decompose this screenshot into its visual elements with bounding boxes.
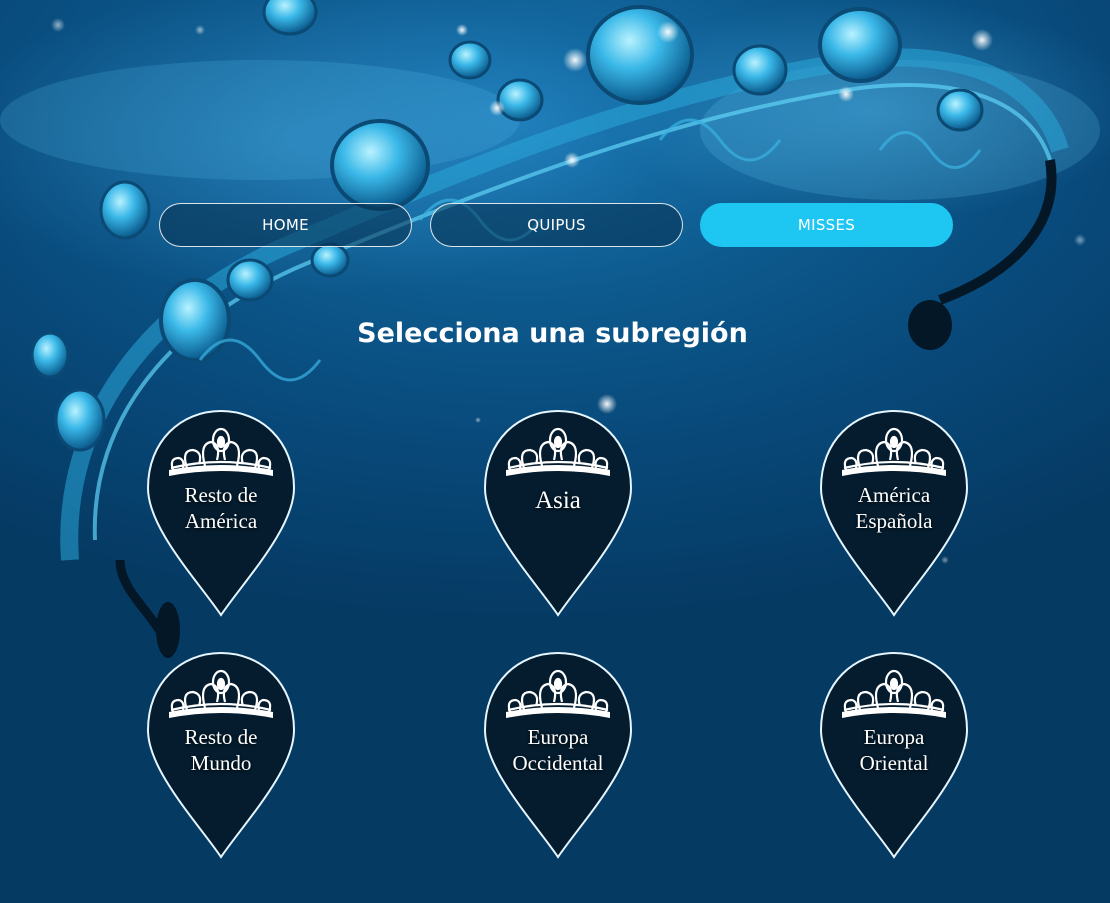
region-pin-resto-de-america[interactable]: Resto de América	[146, 409, 296, 618]
region-label-line1: América	[857, 483, 931, 507]
region-label: América Española	[828, 482, 960, 534]
tiara-icon	[169, 669, 273, 718]
region-label: Asia	[492, 488, 624, 514]
region-label-line2: América	[184, 509, 258, 533]
region-label-line1: Resto de	[184, 483, 258, 507]
main-nav: HOME QUIPUS MISSES	[159, 203, 955, 249]
region-label-line1: Europa	[527, 725, 589, 749]
region-label: Resto de América	[155, 482, 287, 534]
region-pin-europa-oriental[interactable]: Europa Oriental	[819, 651, 969, 860]
page-heading: Selecciona una subregión	[357, 318, 748, 349]
region-label-line1: Asia	[535, 487, 581, 514]
tiara-icon	[842, 669, 946, 718]
nav-quipus-button[interactable]: QUIPUS	[430, 203, 683, 247]
region-label-line1: Resto de	[184, 725, 258, 749]
tiara-icon	[842, 427, 946, 476]
nav-misses-button[interactable]: MISSES	[700, 203, 953, 247]
region-label-line2: Oriental	[859, 751, 929, 775]
region-pin-resto-de-mundo[interactable]: Resto de Mundo	[146, 651, 296, 860]
page-heading-wrap: Selecciona una subregión	[0, 318, 1110, 349]
nav-home-button[interactable]: HOME	[159, 203, 412, 247]
region-pin-europa-occidental[interactable]: Europa Occidental	[483, 651, 633, 860]
tiara-icon	[169, 427, 273, 476]
region-label-line2: Occidental	[512, 751, 604, 775]
tiara-icon	[506, 669, 610, 718]
region-label: Resto de Mundo	[155, 724, 287, 776]
region-label: Europa Oriental	[828, 724, 960, 776]
region-pin-america-espanola[interactable]: América Española	[819, 409, 969, 618]
region-label-line1: Europa	[863, 725, 925, 749]
region-label-line2: Mundo	[190, 751, 252, 775]
region-label-line2: Española	[855, 509, 933, 533]
region-pin-asia[interactable]: Asia	[483, 409, 633, 618]
tiara-icon	[506, 427, 610, 476]
region-label: Europa Occidental	[492, 724, 624, 776]
